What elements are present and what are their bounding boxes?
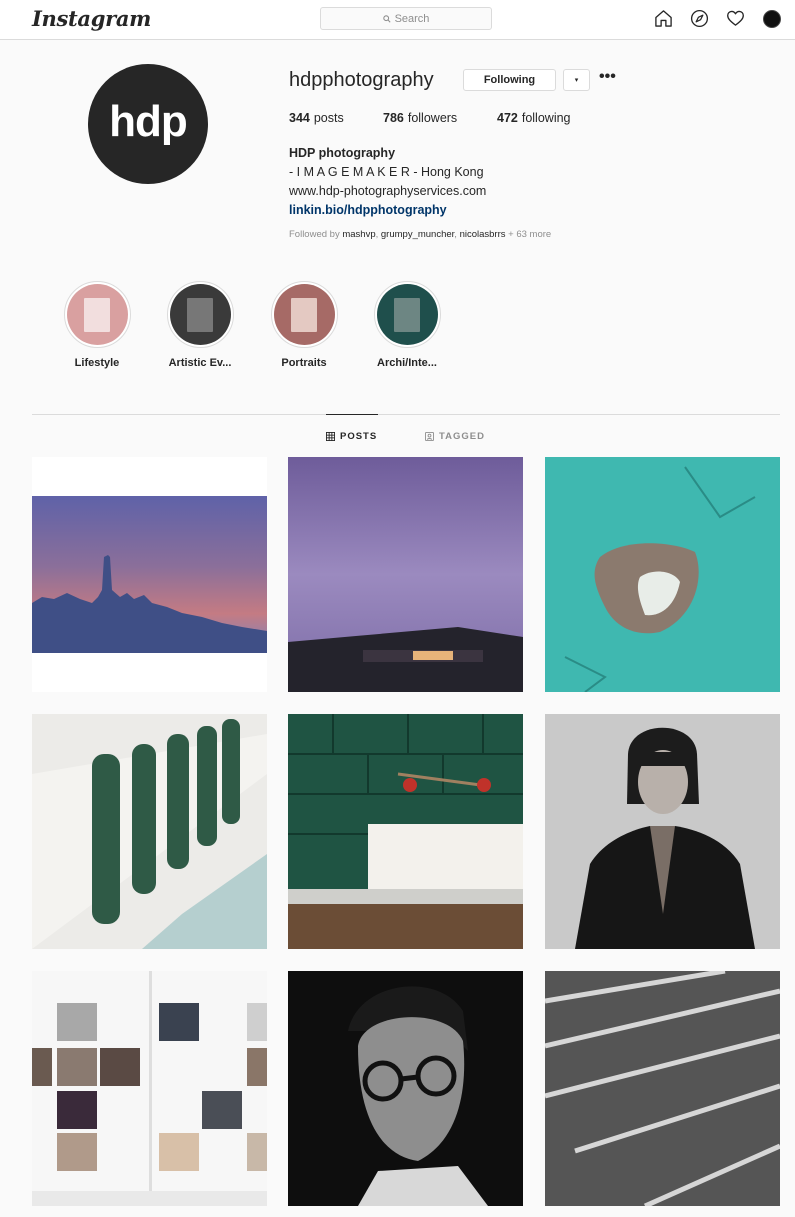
following-button[interactable]: Following — [463, 69, 556, 91]
suggested-dropdown-button[interactable]: ▾ — [563, 69, 590, 91]
chevron-down-icon: ▾ — [574, 77, 579, 84]
highlight-archi[interactable]: Archi/Inte... — [357, 281, 457, 369]
highlight-lifestyle[interactable]: Lifestyle — [47, 281, 147, 369]
tab-posts-label: POSTS — [340, 431, 378, 442]
followed-by-prefix: Followed by — [289, 229, 340, 240]
post-tile-purple-sky-roof[interactable] — [288, 457, 523, 692]
followers-stat[interactable]: 786 followers — [383, 111, 497, 125]
instagram-logo[interactable]: Instagram — [32, 6, 151, 31]
bio-link[interactable]: linkin.bio/hdpphotography — [289, 201, 486, 220]
home-icon[interactable] — [654, 9, 673, 28]
search-icon — [382, 14, 391, 23]
followed-by-user[interactable]: grumpy_muncher — [381, 229, 454, 240]
followed-by-user[interactable]: nicolasbrrs — [460, 229, 506, 240]
highlight-label: Archi/Inte... — [377, 357, 437, 369]
profile-stats: 344 posts 786 followers 472 following — [289, 111, 571, 125]
explore-compass-icon[interactable] — [690, 9, 709, 28]
followers-label: followers — [407, 111, 458, 125]
following-stat[interactable]: 472 following — [497, 111, 571, 125]
bio-website-text: www.hdp-photographyservices.com — [289, 184, 487, 198]
post-tile-portrait-book[interactable] — [32, 971, 267, 1206]
following-label: following — [521, 111, 571, 125]
followers-count: 786 — [383, 111, 404, 125]
post-tile-woman-portrait[interactable] — [545, 714, 780, 949]
post-tile-striped-turf[interactable] — [545, 971, 780, 1206]
top-nav: Instagram Search — [0, 0, 795, 40]
profile-avatar-icon[interactable] — [762, 9, 781, 28]
profile-username: hdpphotography — [289, 69, 434, 91]
active-tab-indicator — [326, 414, 378, 415]
post-tile-green-tile-sink[interactable] — [288, 714, 523, 949]
posts-count: 344 — [289, 111, 310, 125]
tab-tagged-label: TAGGED — [439, 431, 485, 442]
bio-line: - I M A G E M A K E R - Hong Kong — [289, 165, 484, 179]
followed-by[interactable]: Followed by mashvp, grumpy_muncher, nico… — [289, 229, 551, 240]
posts-label: posts — [313, 111, 344, 125]
post-tile-man-glasses-portrait[interactable] — [288, 971, 523, 1206]
more-options-icon[interactable]: ••• — [599, 68, 616, 86]
avatar-logo-text: hdp — [109, 97, 188, 146]
profile-bio: HDP photography - I M A G E M A K E R - … — [289, 144, 486, 220]
posts-stat: 344 posts — [289, 111, 383, 125]
search-box[interactable]: Search — [320, 7, 492, 30]
followed-by-more: + 63 more — [508, 229, 552, 240]
tab-posts[interactable]: POSTS — [326, 431, 377, 442]
search-placeholder: Search — [394, 12, 430, 25]
highlight-label: Lifestyle — [74, 357, 120, 369]
highlight-artistic[interactable]: Artistic Ev... — [150, 281, 250, 369]
grid-icon — [326, 432, 335, 441]
tagged-icon — [425, 432, 434, 441]
tabs-divider — [32, 414, 780, 415]
tab-tagged[interactable]: TAGGED — [425, 431, 485, 442]
bio-name: HDP photography — [289, 146, 396, 160]
highlight-portraits[interactable]: Portraits — [254, 281, 354, 369]
highlight-label: Artistic Ev... — [168, 357, 232, 369]
heart-icon[interactable] — [726, 9, 745, 28]
post-tile-peeling-teal-paint[interactable] — [545, 457, 780, 692]
profile-avatar[interactable]: hdp — [88, 64, 208, 184]
following-count: 472 — [497, 111, 518, 125]
followed-by-user[interactable]: mashvp — [342, 229, 375, 240]
highlight-label: Portraits — [281, 357, 327, 369]
post-tile-green-balusters[interactable] — [32, 714, 267, 949]
post-tile-skyline-sunset[interactable] — [32, 457, 267, 692]
